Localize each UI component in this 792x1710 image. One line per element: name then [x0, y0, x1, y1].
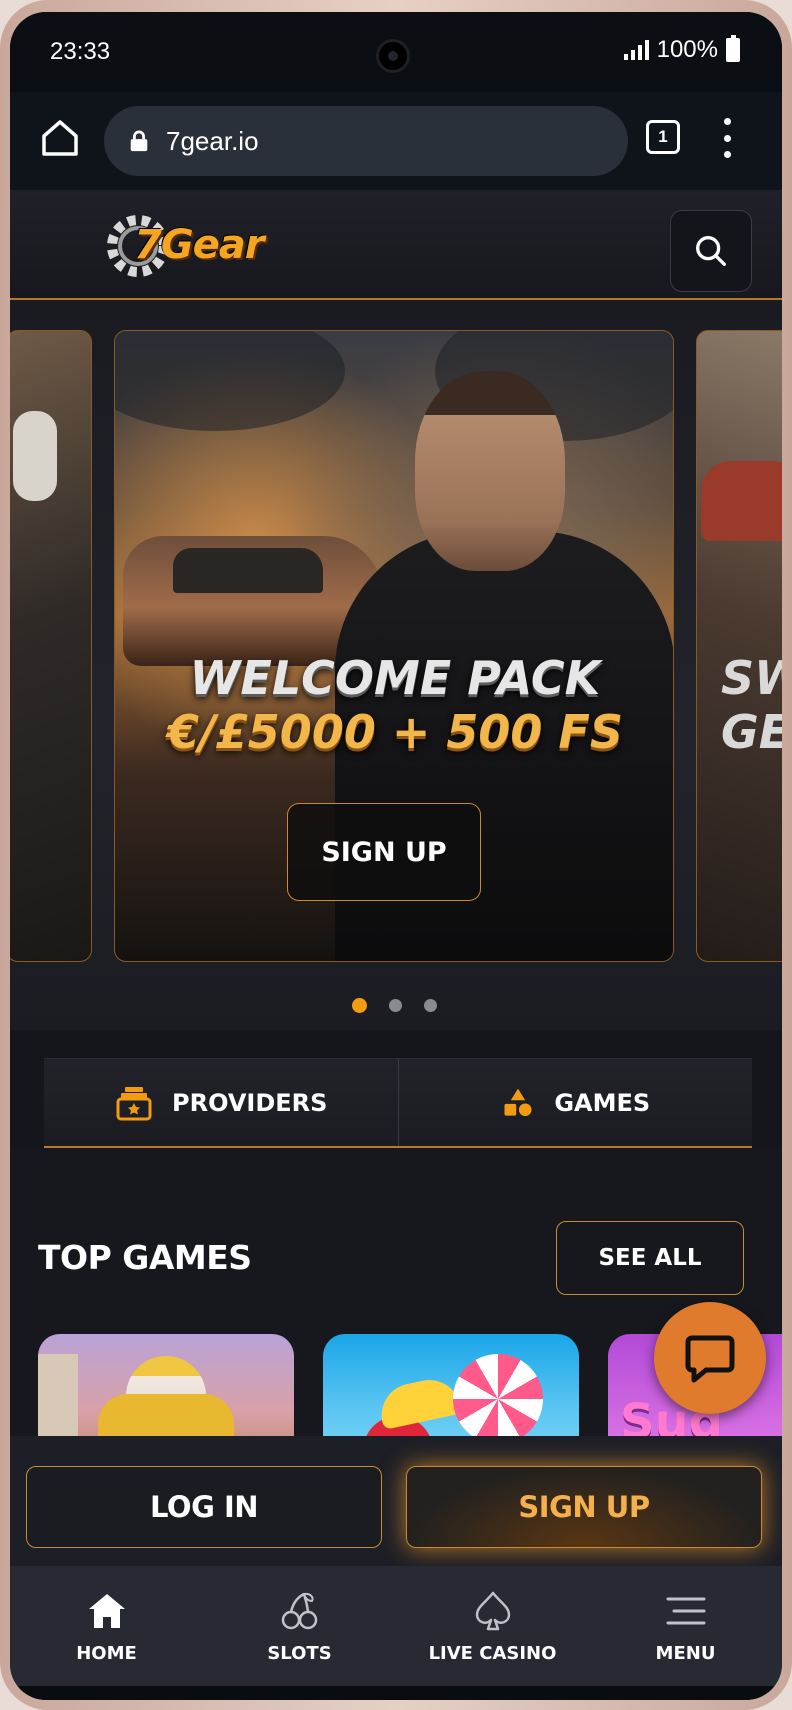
nav-slots-label: SLOTS — [267, 1642, 332, 1664]
spade-icon — [475, 1591, 510, 1630]
section-title: TOP GAMES — [38, 1238, 252, 1277]
site-logo[interactable]: 7Gear — [98, 206, 278, 286]
next-slide[interactable]: SW GE — [696, 330, 782, 962]
logo-text: 7Gear — [134, 222, 265, 268]
category-tabs: PROVIDERS GAMES — [44, 1058, 752, 1148]
tab-switcher-button[interactable]: 1 — [646, 120, 680, 154]
previous-slide[interactable] — [10, 330, 92, 962]
status-bar: 23:33 100% — [10, 12, 782, 92]
nav-menu[interactable]: MENU — [589, 1566, 782, 1686]
home-icon — [88, 1593, 125, 1628]
cherries-icon — [281, 1592, 317, 1629]
signup-button[interactable]: SIGN UP — [406, 1466, 762, 1548]
promo-carousel[interactable]: WELCOME PACK €/£5000 + 500 FS SIGN UP SW… — [10, 300, 782, 1030]
tab-games[interactable]: GAMES — [397, 1059, 753, 1146]
nav-home[interactable]: HOME — [10, 1566, 203, 1686]
home-outline-icon — [42, 120, 78, 156]
battery-percent: 100% — [656, 36, 718, 63]
auth-bar: LOG IN SIGN UP — [10, 1436, 782, 1566]
battery-icon — [726, 35, 740, 62]
carousel-pagination — [352, 998, 437, 1013]
system-nav-bar — [10, 1686, 782, 1700]
carousel-dot-2[interactable] — [389, 999, 402, 1012]
front-camera — [376, 39, 410, 73]
search-button[interactable] — [670, 210, 752, 292]
games-shapes-icon — [504, 1088, 532, 1116]
chat-bubble-icon — [685, 1335, 735, 1383]
promo-title-line2: €/£5000 + 500 FS — [166, 705, 623, 759]
nav-slots[interactable]: SLOTS — [203, 1566, 396, 1686]
providers-icon — [116, 1086, 152, 1120]
search-icon — [696, 236, 726, 266]
menu-icon — [666, 1597, 705, 1624]
lock-icon — [130, 130, 148, 152]
phone-frame: 23:33 100% 7gear.io 1 7Gear WELCOME PACK… — [0, 0, 792, 1710]
browser-menu-icon[interactable] — [722, 118, 732, 158]
see-all-button[interactable]: SEE ALL — [556, 1221, 744, 1295]
nav-menu-label: MENU — [655, 1642, 716, 1664]
carousel-dot-1[interactable] — [352, 998, 367, 1013]
lollipop-image — [453, 1354, 543, 1444]
status-indicators: 100% — [623, 35, 740, 64]
banana-image — [375, 1374, 463, 1430]
url-text: 7gear.io — [166, 125, 259, 156]
carousel-dot-3[interactable] — [424, 999, 437, 1012]
address-bar[interactable]: 7gear.io — [104, 106, 628, 176]
site-header: 7Gear — [10, 190, 782, 300]
promo-slide[interactable]: WELCOME PACK €/£5000 + 500 FS SIGN UP — [114, 330, 674, 962]
promo-signup-button[interactable]: SIGN UP — [287, 803, 481, 901]
nav-live-casino-label: LIVE CASINO — [428, 1642, 557, 1664]
browser-home-button[interactable] — [36, 114, 84, 162]
promo-title: WELCOME PACK €/£5000 + 500 FS — [115, 651, 673, 759]
tab-games-label: GAMES — [554, 1088, 651, 1117]
live-chat-button[interactable] — [654, 1302, 766, 1414]
browser-toolbar: 7gear.io 1 — [10, 92, 782, 190]
tab-providers-label: PROVIDERS — [172, 1088, 328, 1117]
man-portrait-image — [415, 371, 565, 571]
login-button[interactable]: LOG IN — [26, 1466, 382, 1548]
tab-providers[interactable]: PROVIDERS — [44, 1059, 398, 1146]
status-time: 23:33 — [50, 38, 111, 65]
nav-home-label: HOME — [76, 1642, 137, 1664]
signal-icon — [623, 40, 649, 60]
top-games-section: TOP GAMES SEE ALL Sug — [10, 1148, 782, 1464]
nav-live-casino[interactable]: LIVE CASINO — [396, 1566, 589, 1686]
next-slide-title: SW GE — [721, 651, 782, 759]
bottom-navigation: HOME SLOTS LIVE CASINO MENU — [10, 1566, 782, 1686]
phone-screen: 23:33 100% 7gear.io 1 7Gear WELCOME PACK… — [10, 12, 782, 1700]
promo-title-line1: WELCOME PACK — [189, 651, 601, 705]
